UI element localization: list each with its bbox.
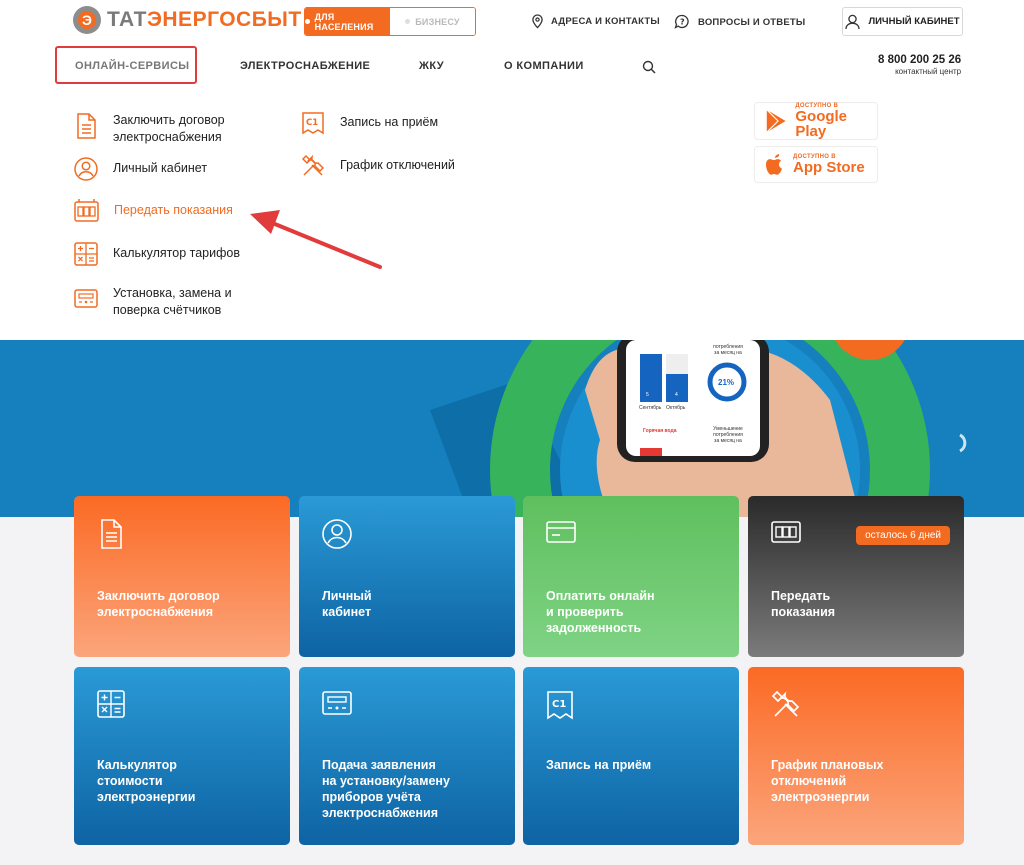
menu-outages[interactable]: График отключений — [300, 153, 455, 179]
user-circle-icon — [322, 519, 352, 549]
document-icon — [101, 519, 122, 549]
user-icon — [845, 14, 861, 29]
calculator-icon — [97, 690, 125, 718]
document-icon — [77, 113, 96, 139]
tile-appointment-label: Запись на приём — [546, 758, 652, 772]
menu-contract[interactable]: Заключить договор электроснабжения — [73, 112, 225, 146]
tile-cabinet[interactable]: Личный кабинет — [299, 496, 515, 657]
card-icon — [546, 521, 576, 543]
logo-icon: Э — [73, 6, 101, 34]
svg-text:C1: C1 — [552, 699, 566, 710]
search-icon[interactable] — [642, 60, 656, 74]
month-1: Сентябрь — [639, 405, 662, 411]
page: 5 4 Сентябрь Октябрь 21% потребления за … — [0, 0, 1024, 865]
menu-outages-label: График отключений — [340, 158, 455, 172]
hot-water-label: Горячая вода — [643, 428, 677, 434]
nav-company[interactable]: О КОМПАНИИ — [504, 60, 584, 72]
red-arrow-icon — [250, 210, 382, 269]
c1-ticket-icon: C1 — [547, 691, 573, 720]
bar-value-2: 4 — [675, 392, 678, 398]
meter-counter-icon — [74, 199, 99, 222]
meter-device-icon — [322, 691, 352, 715]
faq-link[interactable]: ? ВОПРОСЫ И ОТВЕТЫ — [674, 14, 805, 30]
consumption-caption: потребления за месяц на — [713, 344, 743, 356]
menu-calculator[interactable]: Калькулятор тарифов — [73, 241, 240, 267]
google-play-label: Google Play — [795, 108, 848, 140]
tile-appointment[interactable]: C1 Запись на приём — [523, 667, 739, 845]
phone-caption: контактный центр — [895, 67, 962, 76]
days-left-badge: осталось 6 дней — [856, 526, 950, 545]
meter-device-icon — [74, 289, 98, 308]
user-circle-icon — [74, 157, 98, 181]
tools-icon — [301, 154, 325, 176]
logo-text: ТАТЭНЕРГОСБЫТ — [107, 8, 302, 31]
tile-contract[interactable]: Заключить договор электроснабжения — [74, 496, 290, 657]
hero-banner: 5 4 Сентябрь Октябрь 21% потребления за … — [0, 340, 1024, 517]
tile-meter-install-label: Подача заявления на установку/замену при… — [322, 758, 450, 820]
tile-meter-install[interactable]: Подача заявления на установку/замену при… — [299, 667, 515, 845]
dot-icon — [405, 19, 411, 24]
tile-cabinet-label: Личный кабинет — [322, 589, 372, 619]
tools-icon — [771, 690, 800, 717]
question-chat-icon: ? — [674, 14, 689, 29]
percent-readout: 21% — [718, 378, 735, 387]
nav-power-supply[interactable]: ЭЛЕКТРОСНАБЖЕНИЕ — [240, 60, 370, 72]
apple-icon — [766, 153, 782, 175]
month-2: Октябрь — [666, 405, 686, 411]
menu-cabinet-label: Личный кабинет — [113, 161, 208, 175]
menu-readings[interactable]: Передать показания — [73, 198, 233, 224]
bar-value-1: 5 — [646, 392, 649, 398]
phone-number: 8 800 200 25 26 — [878, 54, 962, 66]
meter-counter-icon — [771, 521, 801, 543]
tile-payment-label: Оплатить онлайн и проверить задолженност… — [546, 589, 655, 635]
c1-ticket-icon: C1 — [302, 112, 324, 135]
decrease-caption: Уменьшение потребления за месяц на — [713, 426, 743, 444]
svg-text:C1: C1 — [306, 118, 318, 128]
tile-outages[interactable]: График плановых отключений электроэнерги… — [748, 667, 964, 845]
menu-calculator-label: Калькулятор тарифов — [113, 246, 240, 260]
audience-switch: ДЛЯ НАСЕЛЕНИЯ БИЗНЕСУ — [304, 7, 476, 36]
app-store-label: App Store — [793, 159, 865, 176]
google-play-badge[interactable]: ДОСТУПНО В Google Play — [754, 102, 878, 140]
addresses-link[interactable]: АДРЕСА И КОНТАКТЫ — [531, 14, 660, 29]
contact-phone[interactable]: 8 800 200 25 26 контактный центр — [878, 54, 961, 76]
audience-individuals-button[interactable]: ДЛЯ НАСЕЛЕНИЯ — [305, 8, 390, 35]
menu-appointment[interactable]: C1 Запись на приём — [300, 110, 438, 136]
calculator-icon — [74, 242, 98, 266]
audience-business-button[interactable]: БИЗНЕСУ — [390, 8, 475, 35]
tile-contract-label: Заключить договор электроснабжения — [97, 589, 220, 619]
nav-online-services[interactable]: ОНЛАЙН-СЕРВИСЫ — [75, 60, 189, 72]
tile-calculator-label: Калькулятор стоимости электроэнергии — [97, 758, 196, 804]
hero-graphic — [430, 340, 967, 517]
app-store-badge[interactable]: ДОСТУПНО В App Store — [754, 146, 878, 183]
header: Э ТАТЭНЕРГОСБЫТ ДЛЯ НАСЕЛЕНИЯ БИЗНЕСУ АД… — [0, 0, 1024, 340]
menu-readings-label: Передать показания — [114, 203, 233, 217]
menu-meters[interactable]: Установка, замена и поверка счётчиков — [73, 285, 232, 319]
tile-outages-label: График плановых отключений электроэнерги… — [771, 758, 884, 804]
tile-readings[interactable]: осталось 6 дней Передать показания — [748, 496, 964, 657]
menu-contract-label: Заключить договор электроснабжения — [113, 113, 225, 144]
dot-icon — [305, 19, 310, 24]
nav-housing[interactable]: ЖКУ — [419, 60, 444, 72]
personal-cabinet-button[interactable]: ЛИЧНЫЙ КАБИНЕТ — [842, 7, 963, 36]
tile-calculator[interactable]: Калькулятор стоимости электроэнергии — [74, 667, 290, 845]
menu-cabinet[interactable]: Личный кабинет — [73, 156, 207, 182]
svg-text:?: ? — [680, 18, 685, 27]
tile-payment[interactable]: Оплатить онлайн и проверить задолженност… — [523, 496, 739, 657]
menu-appointment-label: Запись на приём — [340, 115, 439, 129]
location-pin-icon — [532, 14, 543, 29]
menu-meters-label: Установка, замена и поверка счётчиков — [113, 286, 232, 317]
logo[interactable]: Э ТАТЭНЕРГОСБЫТ — [73, 6, 302, 34]
tile-readings-label: Передать показания — [771, 589, 836, 619]
google-play-icon — [766, 109, 786, 133]
